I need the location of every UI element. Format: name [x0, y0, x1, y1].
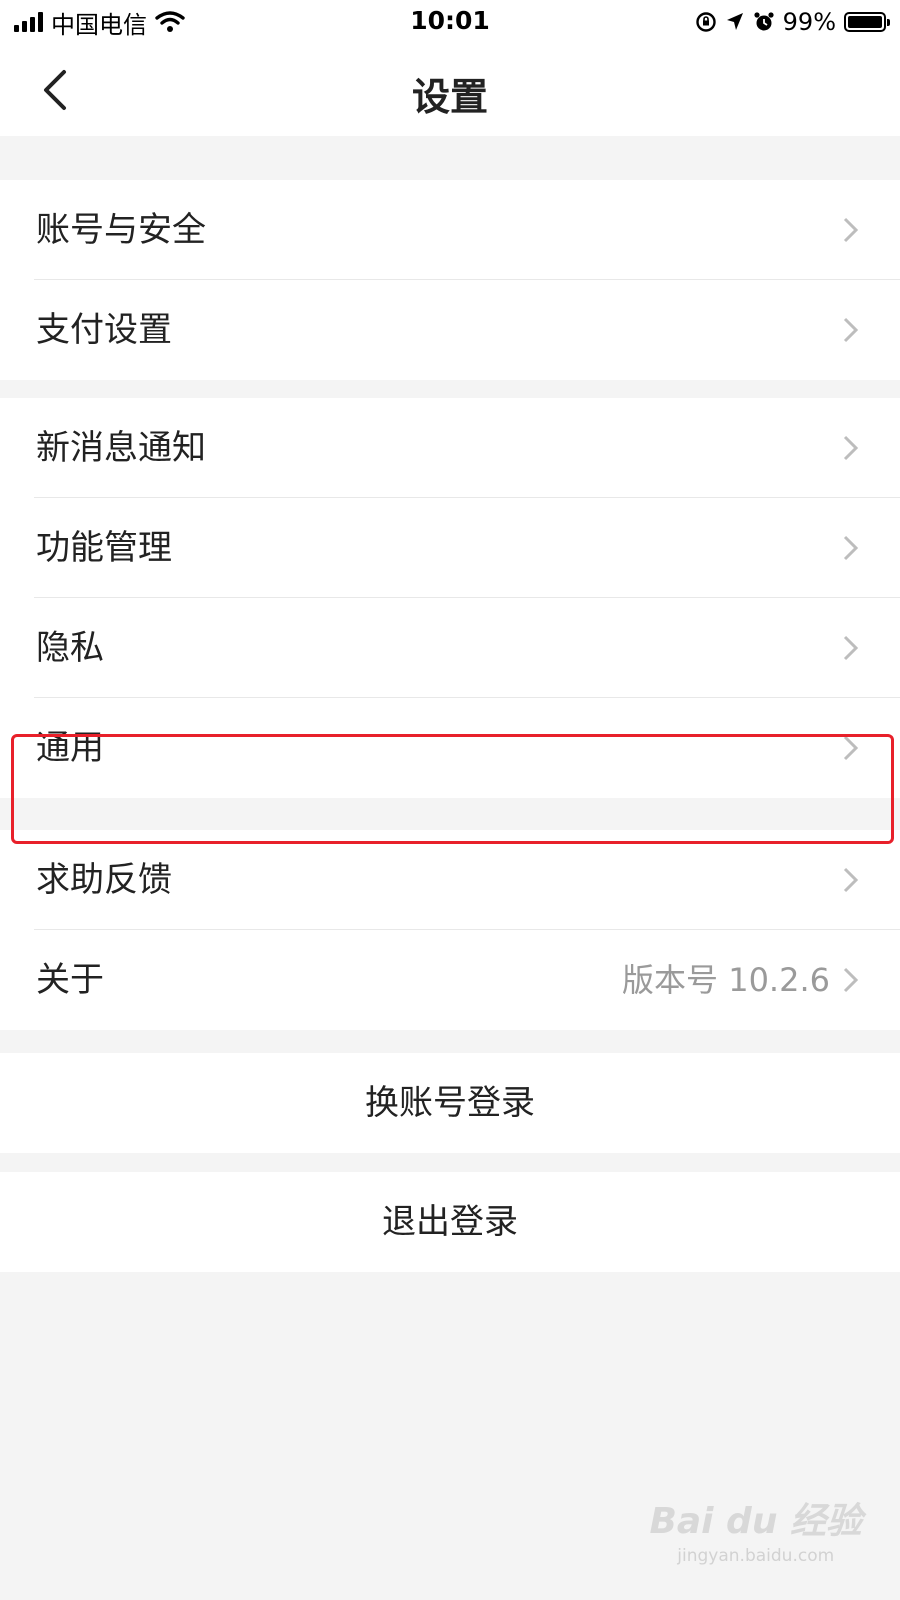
settings-group-account: 账号与安全 支付设置	[0, 180, 900, 380]
settings-item-label: 功能管理	[36, 528, 172, 568]
nav-bar: 设置	[0, 44, 900, 136]
watermark: Bai du 经验 jingyan.baidu.com	[649, 1492, 862, 1566]
battery-percent: 99%	[782, 8, 836, 36]
alarm-icon	[754, 12, 774, 31]
settings-item-notifications[interactable]: 新消息通知	[0, 398, 900, 498]
battery-icon	[844, 12, 890, 32]
settings-item-label: 通用	[36, 728, 104, 768]
chevron-right-icon	[843, 435, 859, 461]
status-right: 99%	[695, 6, 890, 38]
chevron-right-icon	[843, 535, 859, 561]
settings-group-general: 新消息通知 功能管理 隐私 通用	[0, 398, 900, 798]
chevron-right-icon	[843, 217, 859, 243]
chevron-right-icon	[843, 317, 859, 343]
page-title: 设置	[411, 75, 488, 119]
chevron-right-icon	[843, 867, 859, 893]
settings-item-label: 隐私	[36, 628, 104, 668]
chevron-right-icon	[843, 635, 859, 661]
settings-item-payment[interactable]: 支付设置	[0, 280, 900, 380]
settings-item-label: 新消息通知	[36, 428, 206, 468]
settings-item-account-security[interactable]: 账号与安全	[0, 180, 900, 280]
version-value: 版本号 10.2.6	[622, 961, 830, 999]
settings-item-general[interactable]: 通用	[0, 698, 900, 798]
settings-item-label: 关于	[36, 960, 104, 1000]
group-separator	[0, 812, 900, 830]
logout-button[interactable]: 退出登录	[0, 1172, 900, 1272]
switch-account-button[interactable]: 换账号登录	[0, 1053, 900, 1153]
chevron-right-icon	[843, 735, 859, 761]
watermark-url: jingyan.baidu.com	[677, 1546, 835, 1566]
settings-item-privacy[interactable]: 隐私	[0, 598, 900, 698]
location-arrow-icon	[726, 13, 743, 30]
settings-item-label: 支付设置	[36, 310, 172, 350]
battery-fill	[848, 16, 882, 28]
settings-item-feedback[interactable]: 求助反馈	[0, 830, 900, 930]
status-bar: 中国电信 10:01 99%	[0, 0, 900, 44]
settings-item-label: 求助反馈	[36, 860, 172, 900]
settings-item-about[interactable]: 关于 版本号 10.2.6	[0, 930, 900, 1030]
settings-group-help: 求助反馈 关于 版本号 10.2.6	[0, 830, 900, 1030]
rotation-lock-icon	[695, 12, 716, 32]
settings-item-features[interactable]: 功能管理	[0, 498, 900, 598]
chevron-right-icon	[843, 967, 859, 993]
settings-item-label: 账号与安全	[36, 210, 206, 250]
watermark-logo: Bai du 经验	[649, 1501, 862, 1542]
